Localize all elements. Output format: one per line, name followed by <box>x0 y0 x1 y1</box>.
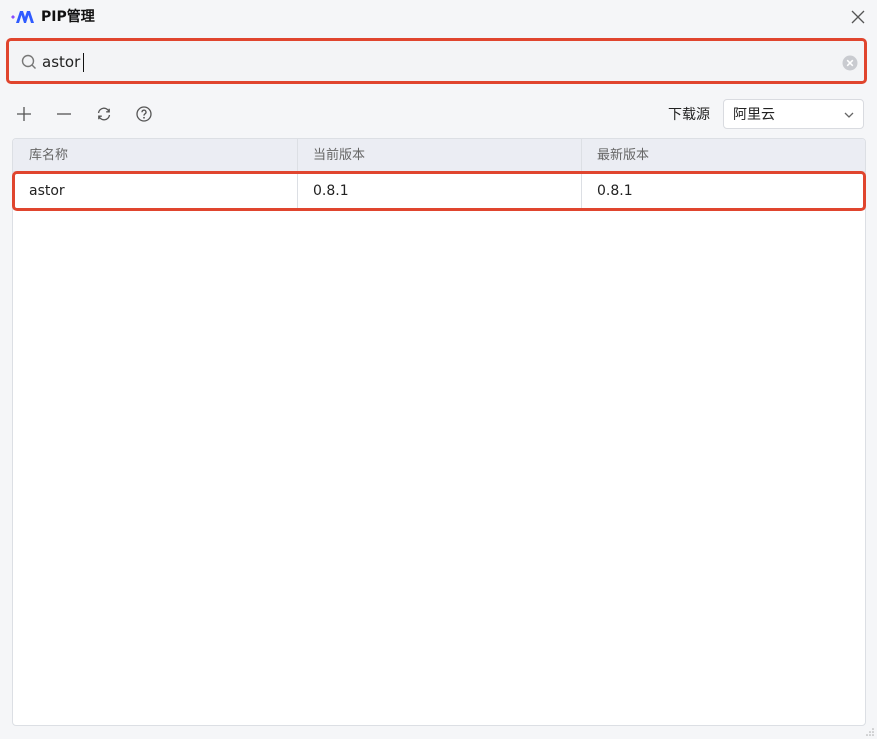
close-button[interactable] <box>847 6 869 28</box>
download-source-label: 下载源 <box>668 107 710 123</box>
refresh-button[interactable] <box>93 103 115 125</box>
search-highlight-box <box>6 38 867 84</box>
pip-manager-window: PIP管理 astor 下载源 阿里云 库名称 当前版本 最新版本 astor … <box>0 0 877 739</box>
minus-icon <box>57 113 71 115</box>
app-logo-icon <box>11 11 34 23</box>
resize-grip-icon[interactable] <box>865 727 875 737</box>
column-header-name[interactable]: 库名称 <box>13 139 297 171</box>
help-icon <box>136 106 152 122</box>
refresh-icon <box>97 107 111 121</box>
download-source-select[interactable]: 阿里云 <box>723 99 864 129</box>
help-button[interactable] <box>133 103 155 125</box>
add-package-button[interactable] <box>13 103 35 125</box>
title-bar: PIP管理 <box>0 0 877 34</box>
chevron-down-icon <box>844 112 854 118</box>
cell-latest-version: 0.8.1 <box>597 183 633 199</box>
plus-icon <box>17 107 31 121</box>
window-title: PIP管理 <box>41 9 95 25</box>
column-header-current-version[interactable]: 当前版本 <box>297 139 581 171</box>
remove-package-button[interactable] <box>53 103 75 125</box>
table-header: 库名称 当前版本 最新版本 <box>13 139 865 172</box>
package-table: 库名称 当前版本 最新版本 astor 0.8.1 0.8.1 <box>12 138 866 726</box>
cell-package-name: astor <box>29 183 65 199</box>
table-row[interactable]: astor 0.8.1 0.8.1 <box>13 172 865 210</box>
cell-current-version: 0.8.1 <box>313 183 349 199</box>
column-header-latest-version[interactable]: 最新版本 <box>581 139 865 171</box>
download-source-value: 阿里云 <box>733 107 775 123</box>
close-icon <box>851 10 865 24</box>
